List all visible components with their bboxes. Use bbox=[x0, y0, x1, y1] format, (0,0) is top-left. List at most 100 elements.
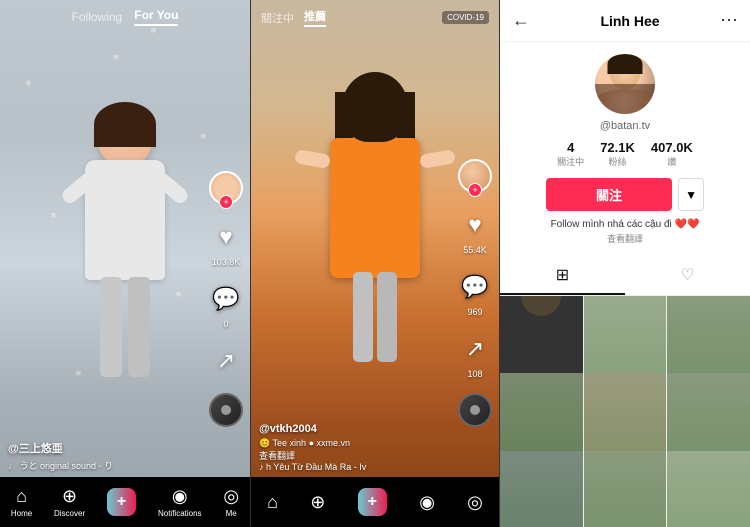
video-grid: ▶11.9K ▶30.4K ▶15.6K ▶14.1K bbox=[500, 296, 750, 527]
mid-heart-icon: ♥ bbox=[457, 207, 493, 243]
bottom-navigation: ⌂ Home ⊕ Discover + ◉ Notifications ◎ Me bbox=[0, 477, 250, 527]
mid-comment-icon: 💬 bbox=[457, 269, 493, 305]
feed-panel-middle: 關注中 推薦 COVID-19 + ♥ 55.4K 💬 969 ↗ 108 bbox=[250, 0, 500, 527]
middle-tabs: 關注中 推薦 bbox=[261, 8, 326, 27]
mid-bottom-navigation: ⌂ ⊕ + ◉ ◎ bbox=[251, 477, 499, 527]
mid-like-button[interactable]: ♥ 55.4K bbox=[457, 207, 493, 255]
grid-item-9[interactable] bbox=[667, 451, 750, 527]
profile-handle: @batan.tv bbox=[600, 120, 650, 132]
tab-guanzhu[interactable]: 關注中 bbox=[261, 10, 294, 26]
mid-share-count: 108 bbox=[467, 369, 482, 379]
tab-tuijian[interactable]: 推薦 bbox=[304, 8, 326, 27]
tab-for-you[interactable]: For You bbox=[134, 8, 178, 26]
mid-share-button[interactable]: ↗ 108 bbox=[457, 331, 493, 379]
tab-following[interactable]: Following bbox=[72, 10, 123, 24]
follow-button[interactable]: 關注 bbox=[546, 178, 672, 211]
mid-nav-me[interactable]: ◎ bbox=[467, 492, 483, 513]
mid-profile-icon: ◎ bbox=[467, 492, 483, 513]
back-button[interactable]: ← bbox=[512, 10, 530, 31]
comment-button[interactable]: 💬 0 bbox=[208, 281, 244, 329]
grid-icon: ⊞ bbox=[556, 265, 569, 285]
followers-label: 粉絲 bbox=[609, 155, 627, 168]
heart-tab-icon: ♡ bbox=[680, 265, 694, 285]
more-options-button[interactable]: ⋯ bbox=[720, 10, 738, 31]
mid-nav-discover[interactable]: ⊕ bbox=[310, 492, 325, 513]
mid-discover-icon: ⊕ bbox=[310, 492, 325, 513]
discover-icon: ⊕ bbox=[62, 486, 77, 507]
profile-panel: ← Linh Hee ⋯ @batan.tv 4 關注中 72.1K 粉絲 40… bbox=[500, 0, 750, 527]
stat-likes: 407.0K 讚 bbox=[651, 140, 693, 168]
profile-avatar bbox=[595, 54, 655, 114]
mid-username[interactable]: @vtkh2004 bbox=[259, 423, 449, 435]
mid-add-button[interactable]: + bbox=[358, 488, 387, 516]
grid-item-8[interactable] bbox=[584, 451, 667, 527]
mid-nav-notifications[interactable]: ◉ bbox=[419, 492, 435, 513]
mid-avatar-container[interactable]: + bbox=[458, 159, 492, 193]
dancer-figure bbox=[35, 92, 215, 472]
mid-home-icon: ⌂ bbox=[267, 492, 278, 513]
mid-follow-badge[interactable]: + bbox=[468, 183, 482, 197]
translate-link[interactable]: 查看翻譯 bbox=[607, 232, 643, 245]
profile-header: ← Linh Hee ⋯ bbox=[500, 0, 750, 42]
middle-top-bar: 關注中 推薦 COVID-19 bbox=[251, 0, 499, 35]
likes-label: 讚 bbox=[667, 155, 676, 168]
music-record-icon bbox=[209, 393, 243, 427]
middle-sidebar: + ♥ 55.4K 💬 969 ↗ 108 bbox=[457, 159, 493, 427]
mid-bio: 😊 Tee xinh ● xxme.vn bbox=[259, 438, 449, 449]
mid-music-icon bbox=[458, 393, 492, 427]
sidebar-avatar-container[interactable]: + bbox=[209, 171, 243, 205]
comment-count: 0 bbox=[223, 319, 228, 329]
feed-sidebar: + ♥ 103.8K 💬 0 ↗ bbox=[208, 171, 244, 427]
stat-following: 4 關注中 bbox=[557, 140, 584, 168]
like-count: 103.8K bbox=[212, 257, 241, 267]
nav-me[interactable]: ◎ Me bbox=[223, 486, 239, 518]
share-icon: ↗ bbox=[208, 343, 244, 379]
covid-badge: COVID-19 bbox=[442, 11, 489, 24]
add-button[interactable]: + bbox=[107, 488, 136, 516]
like-button[interactable]: ♥ 103.8K bbox=[208, 219, 244, 267]
stat-followers: 72.1K 粉絲 bbox=[600, 140, 635, 168]
tab-liked-view[interactable]: ♡ bbox=[625, 257, 750, 295]
mid-creator-avatar[interactable]: + bbox=[458, 159, 492, 193]
profile-icon: ◎ bbox=[223, 486, 239, 507]
orange-girl-figure bbox=[285, 72, 465, 472]
feed-panel-left: ❄ ❄ ❄ ❄ ❄ ❄ ❄ Following For You bbox=[0, 0, 250, 527]
share-button[interactable]: ↗ bbox=[208, 343, 244, 379]
grid-item-7[interactable] bbox=[500, 451, 583, 527]
mid-nav-add[interactable]: + bbox=[358, 488, 387, 516]
content-tabs: ⊞ ♡ bbox=[500, 257, 750, 296]
nav-discover-label: Discover bbox=[54, 509, 85, 518]
mid-like-count: 55.4K bbox=[463, 245, 487, 255]
followers-count: 72.1K bbox=[600, 140, 635, 155]
creator-avatar[interactable]: + bbox=[209, 171, 243, 205]
mid-sound[interactable]: ♪ h Yêu Từ Đầu Mà Ra - Iv bbox=[259, 462, 449, 472]
home-icon: ⌂ bbox=[16, 486, 27, 507]
mid-plus-icon: + bbox=[368, 493, 377, 511]
following-label: 關注中 bbox=[557, 155, 584, 168]
nav-discover[interactable]: ⊕ Discover bbox=[54, 486, 85, 518]
mid-video-info: @vtkh2004 😊 Tee xinh ● xxme.vn 查看翻譯 ♪ h … bbox=[259, 423, 449, 472]
mid-nav-home[interactable]: ⌂ bbox=[267, 492, 278, 513]
notifications-icon: ◉ bbox=[172, 486, 188, 507]
follow-action-row: 關注 ▼ bbox=[546, 178, 704, 211]
plus-icon: + bbox=[117, 493, 126, 511]
follow-plus-badge[interactable]: + bbox=[219, 195, 233, 209]
mid-comment-button[interactable]: 💬 969 bbox=[457, 269, 493, 317]
video-username[interactable]: @三上悠亜 bbox=[8, 440, 200, 456]
likes-count: 407.0K bbox=[651, 140, 693, 155]
nav-notifications[interactable]: ◉ Notifications bbox=[158, 486, 202, 518]
nav-home[interactable]: ⌂ Home bbox=[11, 486, 32, 518]
mid-music-disc[interactable] bbox=[458, 393, 492, 427]
video-info: @三上悠亜 ♩ うと original sound - り bbox=[8, 440, 200, 472]
feed-top-navigation: Following For You bbox=[0, 0, 250, 34]
dropdown-button[interactable]: ▼ bbox=[678, 178, 704, 211]
mid-translate[interactable]: 查看翻譯 bbox=[259, 449, 449, 462]
comment-icon: 💬 bbox=[208, 281, 244, 317]
profile-info-section: @batan.tv 4 關注中 72.1K 粉絲 407.0K 讚 關注 ▼ F… bbox=[500, 42, 750, 257]
nav-add[interactable]: + bbox=[107, 488, 136, 516]
profile-name: Linh Hee bbox=[540, 13, 720, 29]
tab-grid-view[interactable]: ⊞ bbox=[500, 257, 625, 295]
sound-info[interactable]: ♩ うと original sound - り bbox=[8, 459, 200, 472]
following-count: 4 bbox=[567, 140, 574, 155]
music-disc[interactable] bbox=[209, 393, 243, 427]
